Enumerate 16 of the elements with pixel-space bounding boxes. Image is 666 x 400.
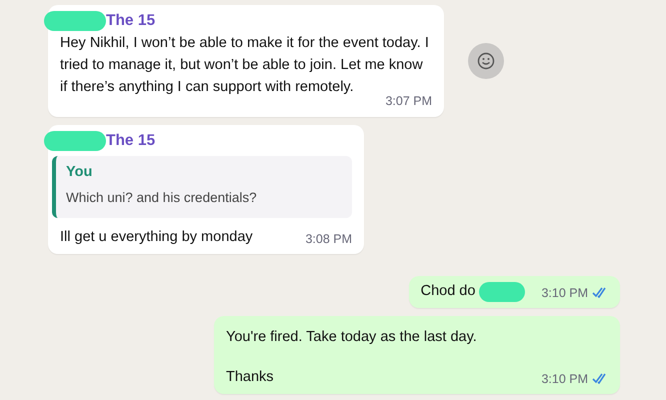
- message-time: 3:10 PM: [541, 370, 588, 388]
- smiley-icon: [477, 52, 495, 70]
- quoted-message[interactable]: You Which uni? and his credentials?: [52, 156, 352, 218]
- message-text: You're fired. Take today as the last day.: [226, 328, 477, 348]
- message-time: 3:10 PM: [541, 284, 588, 302]
- message-text: Thanks: [226, 368, 274, 388]
- sender-name: The 15: [106, 11, 156, 31]
- quote-text: Which uni? and his credentials?: [66, 189, 258, 207]
- sender-name: The 15: [106, 131, 156, 151]
- message-time: 3:07 PM: [385, 93, 432, 110]
- message-text: Hey Nikhil, I won’t be able to make it for the event today. I tried to manage it, but won’t be able to join. Let me know if there’s anything I can support with remotely.: [60, 34, 430, 96]
- quote-author: You: [66, 163, 94, 182]
- emoji-reaction-button[interactable]: [468, 43, 504, 79]
- message-text: Ill get u everything by monday: [60, 228, 253, 248]
- message-time: 3:08 PM: [305, 230, 352, 248]
- message-text: Chod do: [420, 282, 476, 302]
